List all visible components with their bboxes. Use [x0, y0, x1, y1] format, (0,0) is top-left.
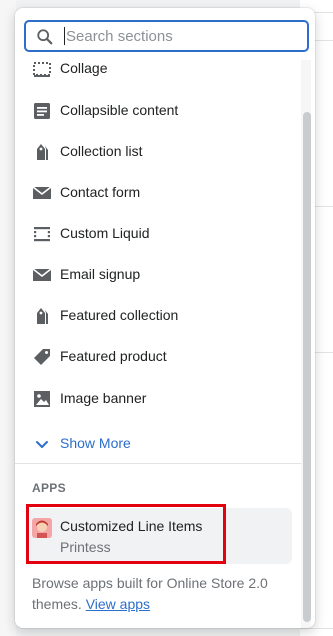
list-item-collection-list[interactable]: Collection list — [15, 131, 301, 172]
apps-heading: APPS — [32, 481, 66, 495]
highlight-box — [26, 504, 226, 564]
list-item-label: Custom Liquid — [60, 225, 150, 241]
tag-multiple-icon — [37, 308, 48, 324]
list-item-email-signup[interactable]: Email signup — [15, 254, 301, 295]
tag-multiple-icon — [37, 144, 48, 160]
collage-icon — [33, 62, 51, 77]
list-item-label: Image banner — [60, 390, 147, 406]
envelope-icon — [32, 186, 52, 199]
list-item-collage[interactable]: Collage — [15, 60, 301, 89]
list-item-featured-product[interactable]: Featured product — [15, 336, 301, 377]
list-item-collapsible-content[interactable]: Collapsible content — [15, 90, 301, 131]
list-item-label: Collection list — [60, 143, 143, 159]
editor-sidebar-edge — [0, 0, 16, 636]
view-apps-link[interactable]: View apps — [86, 596, 150, 612]
list-item-featured-collection[interactable]: Featured collection — [15, 295, 301, 336]
list-item-label: Contact form — [60, 184, 141, 200]
list-item-label: Email signup — [60, 266, 141, 282]
show-more-label: Show More — [60, 435, 131, 451]
text-caret — [64, 27, 65, 45]
scrollbar-thumb[interactable] — [303, 112, 311, 622]
show-more-button[interactable]: Show More — [15, 423, 301, 463]
dashed-box-icon — [34, 227, 50, 242]
list-item-contact-form[interactable]: Contact form — [15, 172, 301, 213]
list-item-label: Collapsible content — [60, 102, 179, 118]
search-field[interactable] — [24, 20, 309, 52]
collapsible-icon — [34, 103, 50, 119]
chevron-down-icon — [36, 441, 48, 448]
list-item-custom-liquid[interactable]: Custom Liquid — [15, 213, 301, 254]
preview-divider — [300, 628, 333, 629]
section-divider — [15, 463, 301, 464]
search-icon — [37, 29, 53, 45]
add-section-popover: Collage Collapsible content Collection l… — [15, 8, 315, 628]
list-item-label: Featured collection — [60, 307, 179, 323]
list-item-label: Collage — [60, 60, 108, 76]
image-icon — [34, 391, 50, 407]
envelope-icon — [32, 268, 52, 281]
section-list: Collage Collapsible content Collection l… — [15, 60, 301, 463]
browse-apps-text: Browse apps built for Online Store 2.0 t… — [32, 573, 287, 615]
tag-icon — [34, 349, 50, 365]
search-input[interactable] — [66, 25, 301, 47]
list-item-label: Featured product — [60, 348, 167, 364]
list-item-image-banner[interactable]: Image banner — [15, 378, 301, 419]
